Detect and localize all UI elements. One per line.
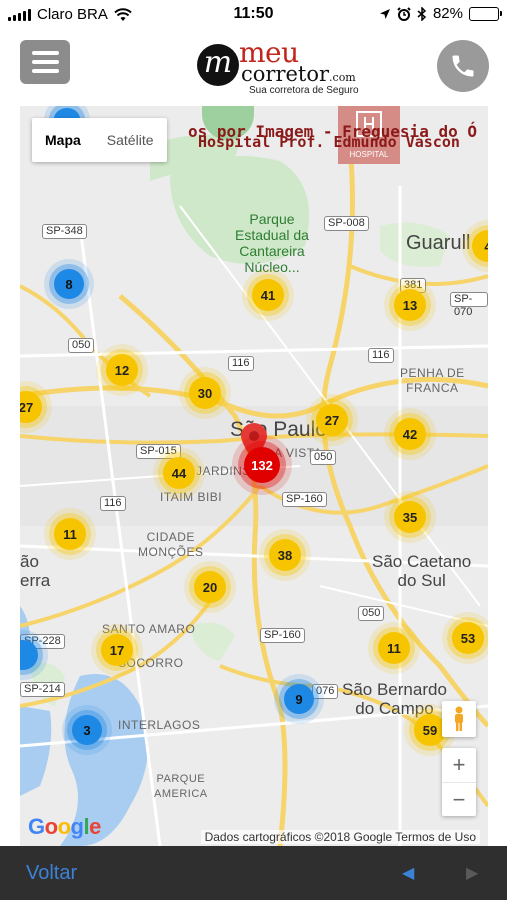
cluster-marker[interactable]: 12 — [106, 354, 138, 386]
cluster-marker[interactable]: 53 — [452, 622, 484, 654]
label-jardins: JARDINS — [196, 464, 251, 478]
cluster-marker[interactable]: 11 — [54, 518, 86, 550]
label-cidade-moncoes: CIDADE MONÇÕES — [138, 530, 204, 559]
cluster-marker[interactable]: 30 — [189, 377, 221, 409]
cluster-marker-large[interactable]: 132 — [244, 447, 280, 483]
pegman-icon — [455, 706, 463, 731]
label-parque-america: PARQUE AMERICA — [154, 773, 208, 800]
cluster-marker[interactable]: 41 — [252, 279, 284, 311]
road-shield: 050 — [358, 606, 385, 621]
bluetooth-icon — [417, 6, 427, 21]
hamburger-icon — [31, 69, 59, 73]
app-header: m meu corretor.com Sua corretora de Segu… — [0, 28, 507, 106]
google-logo-text: Google — [28, 814, 101, 839]
cluster-marker[interactable]: 9 — [284, 684, 314, 714]
cluster-marker[interactable]: 13 — [394, 289, 426, 321]
google-logo-letter: o — [57, 814, 71, 839]
cluster-marker[interactable]: 8 — [54, 269, 84, 299]
cluster-marker[interactable]: 3 — [72, 715, 102, 745]
zoom-out-button[interactable]: − — [442, 782, 476, 816]
google-logo-letter: o — [44, 814, 58, 839]
road-shield: 050 — [310, 450, 337, 465]
meucorretor-logo[interactable]: m meu corretor.com Sua corretora de Segu… — [197, 36, 362, 96]
battery-percent: 82% — [432, 5, 463, 22]
road-shield: 116 — [100, 496, 126, 511]
previous-arrow-icon[interactable]: ◀ — [402, 863, 414, 883]
cluster-marker[interactable]: 11 — [378, 632, 410, 664]
logo-corretor-text: corretor — [241, 62, 330, 86]
hamburger-icon — [31, 60, 59, 64]
road-shield: 116 — [228, 356, 254, 371]
back-button[interactable]: Voltar — [26, 862, 77, 885]
status-right: 82% — [379, 5, 502, 22]
zoom-in-button[interactable]: + — [442, 748, 476, 782]
hospital-label: HOSPITAL — [349, 150, 389, 159]
label-sao-caetano: São Caetano do Sul — [372, 552, 472, 590]
google-logo-letter: e — [89, 814, 101, 839]
map-view[interactable]: Mapa Satélite os por Imagem - Freguesia … — [20, 106, 488, 846]
road-shield: SP-008 — [324, 216, 369, 231]
status-bar: Claro BRA 11:50 82% — [0, 0, 507, 28]
road-shield: SP-214 — [20, 682, 65, 697]
alarm-icon — [397, 6, 411, 21]
logo-com: .com — [329, 71, 356, 84]
road-shield: SP-070 — [450, 292, 488, 318]
logo-tagline: Sua corretora de Seguro — [249, 85, 359, 96]
road-shield: SP-348 — [42, 224, 87, 239]
google-logo-letter: g — [70, 814, 84, 839]
cluster-marker[interactable]: 38 — [269, 539, 301, 571]
road-shield: 050 — [68, 338, 95, 353]
map-type-satellite[interactable]: Satélite — [94, 118, 167, 162]
street-view-pegman[interactable] — [442, 701, 476, 737]
label-guarulhos: Guarull — [406, 232, 471, 254]
cluster-marker[interactable]: 17 — [101, 634, 133, 666]
road-shield: SP-160 — [260, 628, 305, 643]
logo-mark: m — [197, 44, 239, 86]
map-attribution[interactable]: Dados cartográficos ©2018 Google Termos … — [200, 830, 480, 844]
cluster-marker[interactable]: 35 — [394, 501, 426, 533]
label-interlagos: INTERLAGOS — [118, 718, 201, 732]
map-type-toggle: Mapa Satélite — [32, 118, 167, 162]
next-arrow-icon[interactable]: ▶ — [466, 863, 478, 883]
menu-button[interactable] — [20, 40, 70, 84]
cluster-marker[interactable]: 27 — [316, 404, 348, 436]
call-button[interactable] — [437, 40, 489, 92]
zoom-controls: + − — [442, 748, 476, 816]
cluster-marker[interactable]: 44 — [163, 457, 195, 489]
label-sao-bernardo: São Bernardo do Campo — [342, 680, 447, 718]
battery-icon — [469, 6, 502, 21]
label-itaim-bibi: ITAIM BIBI — [160, 490, 223, 504]
label-penha-de-franca: PENHA DE FRANCA — [400, 366, 465, 395]
road-shield: 116 — [368, 348, 394, 363]
logo-corretor: corretor.com — [241, 62, 356, 86]
road-shield: SP-160 — [282, 492, 327, 507]
cluster-marker[interactable]: 20 — [194, 571, 226, 603]
cluster-marker[interactable]: 42 — [394, 418, 426, 450]
bottom-toolbar: Voltar ◀ ▶ — [0, 846, 507, 900]
label-sao-joao: ão erra — [20, 552, 51, 590]
google-logo-letter: G — [28, 814, 45, 839]
phone-icon — [452, 55, 474, 77]
map-type-map[interactable]: Mapa — [32, 118, 94, 162]
google-logo[interactable]: Google — [28, 814, 101, 840]
label-parque-cantareira: Parque Estadual da Cantareira Núcleo... — [235, 211, 309, 275]
road-shield: 076 — [312, 684, 339, 699]
hamburger-icon — [31, 51, 59, 55]
overlay-label-hospital: Hospital Prof. Edmundo Vascon — [198, 133, 460, 151]
location-arrow-icon — [379, 8, 390, 19]
